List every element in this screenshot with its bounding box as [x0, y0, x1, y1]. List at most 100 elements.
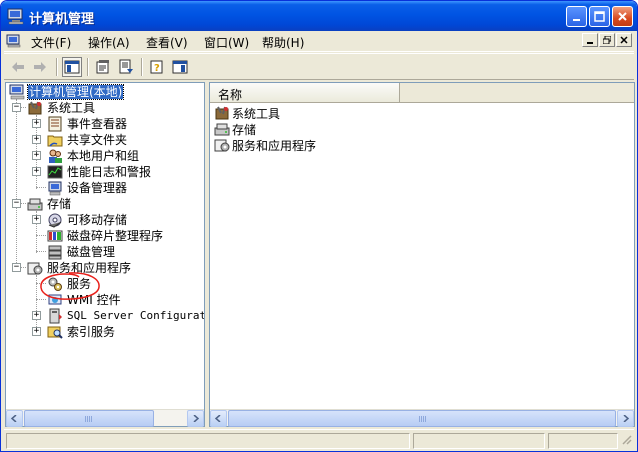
computer-management-window: 计算机管理 文件(F) 操作(A) 查看(V) 窗口(W) 帮助(H) ? 计算… — [0, 0, 638, 452]
status-cell-tertiary — [548, 433, 618, 449]
status-cell-main — [6, 433, 410, 449]
tree-item-storage[interactable]: 存储 — [27, 196, 72, 212]
expand-toggle[interactable]: + — [32, 119, 41, 128]
sql-server-icon — [49, 308, 62, 324]
list-item-services-and-applications[interactable]: 服务和应用程序 — [214, 137, 316, 153]
chevron-left-icon — [215, 415, 221, 422]
close-icon — [618, 12, 627, 21]
show-hide-tree-button[interactable] — [62, 57, 82, 77]
toolbar: ? — [4, 53, 634, 80]
tree-item-performance-logs[interactable]: 性能日志和警报 — [47, 164, 152, 180]
window-title: 计算机管理 — [29, 12, 95, 27]
expand-toggle[interactable]: + — [32, 311, 41, 320]
child-minimize-button[interactable] — [582, 33, 598, 47]
toolbar-separator — [141, 58, 143, 76]
menu-window[interactable]: 窗口(W) — [204, 34, 249, 51]
expand-toggle[interactable]: + — [32, 167, 41, 176]
close-button[interactable] — [612, 6, 633, 27]
tree-item-services-and-applications[interactable]: 服务和应用程序 — [27, 260, 132, 276]
expand-toggle[interactable]: + — [32, 135, 41, 144]
console-tree-pane[interactable]: 计算机管理(本地) − 系统工具 + 事件查看器 + 共享文件夹 + 本地用户和… — [5, 82, 205, 427]
scroll-left-button[interactable] — [210, 410, 227, 427]
tree-item-system-tools[interactable]: 系统工具 — [27, 100, 96, 116]
export-list-button[interactable] — [116, 57, 136, 77]
properties-icon — [96, 60, 109, 74]
tree-item-wmi-control[interactable]: WMI 控件 — [47, 292, 122, 308]
minimize-icon — [587, 42, 593, 44]
tools-icon — [28, 101, 42, 115]
forward-button[interactable] — [30, 57, 50, 77]
tree-item-sql-server-configuration[interactable]: SQL Server Configuratio — [47, 308, 204, 324]
collapse-toggle[interactable]: − — [12, 199, 21, 208]
back-button[interactable] — [8, 57, 28, 77]
tree-item-device-manager[interactable]: 设备管理器 — [47, 180, 128, 196]
child-close-button[interactable] — [616, 33, 632, 47]
mmc-doc-icon — [6, 33, 22, 52]
list-item-system-tools[interactable]: 系统工具 — [214, 105, 280, 121]
menu-help[interactable]: 帮助(H) — [262, 34, 304, 51]
show-hide-tree-icon — [64, 60, 80, 74]
toolbar-separator — [56, 58, 58, 76]
menu-file[interactable]: 文件(F) — [31, 34, 71, 51]
expand-toggle[interactable]: + — [32, 151, 41, 160]
defrag-icon — [47, 230, 63, 242]
tree-item-disk-defragmenter[interactable]: 磁盘碎片整理程序 — [47, 228, 164, 244]
disk-management-icon — [48, 245, 62, 260]
tree-item-shared-folders[interactable]: 共享文件夹 — [47, 132, 128, 148]
scroll-right-button[interactable] — [617, 410, 634, 427]
show-hide-action-pane-icon — [172, 60, 188, 74]
performance-icon — [47, 165, 63, 179]
expand-toggle[interactable]: + — [32, 215, 41, 224]
scroll-right-button[interactable] — [187, 410, 204, 427]
indexing-icon — [47, 326, 63, 339]
list-item-storage[interactable]: 存储 — [214, 121, 256, 137]
menu-action[interactable]: 操作(A) — [88, 34, 130, 51]
resize-grip-icon[interactable] — [620, 433, 632, 448]
tree-horizontal-scrollbar[interactable] — [6, 409, 204, 427]
forward-arrow-icon — [34, 62, 46, 72]
minimize-button[interactable] — [566, 6, 587, 27]
computer-management-icon — [7, 7, 25, 25]
tools-icon — [215, 106, 229, 120]
shared-folder-icon — [47, 135, 63, 147]
storage-icon — [27, 198, 43, 211]
details-pane[interactable]: 名称 系统工具 存储 服务和应用程序 — [209, 82, 635, 427]
tree-item-disk-management[interactable]: 磁盘管理 — [47, 244, 116, 260]
services-apps-icon — [214, 139, 230, 152]
toolbar-separator — [87, 58, 89, 76]
event-viewer-icon — [48, 116, 62, 132]
tree-item-indexing-service[interactable]: 索引服务 — [47, 324, 116, 340]
scroll-thumb[interactable] — [228, 410, 616, 427]
menu-view[interactable]: 查看(V) — [146, 34, 188, 51]
computer-management-icon — [9, 84, 25, 100]
column-header-name[interactable]: 名称 — [210, 83, 400, 102]
status-cell-secondary — [413, 433, 545, 449]
tree-root-label: 计算机管理(本地) — [26, 84, 125, 100]
collapse-toggle[interactable]: − — [12, 103, 21, 112]
tree-item-event-viewer[interactable]: 事件查看器 — [47, 116, 128, 132]
help-button[interactable]: ? — [147, 57, 167, 77]
wmi-icon — [48, 294, 62, 305]
maximize-button[interactable] — [589, 6, 610, 27]
title-bar[interactable]: 计算机管理 — [1, 1, 637, 31]
scroll-thumb[interactable] — [24, 410, 154, 427]
restore-icon — [603, 36, 611, 44]
properties-button[interactable] — [93, 57, 113, 77]
users-icon — [49, 149, 62, 163]
collapse-toggle[interactable]: − — [12, 263, 21, 272]
list-horizontal-scrollbar[interactable] — [210, 409, 634, 427]
expand-toggle[interactable]: + — [32, 327, 41, 336]
child-restore-button[interactable] — [599, 33, 615, 47]
console-tree: 计算机管理(本地) − 系统工具 + 事件查看器 + 共享文件夹 + 本地用户和… — [6, 83, 204, 410]
scroll-left-button[interactable] — [6, 410, 23, 427]
export-list-icon — [119, 59, 133, 74]
tree-item-local-users[interactable]: 本地用户和组 — [47, 148, 140, 164]
show-hide-action-pane-button[interactable] — [170, 57, 190, 77]
minimize-icon — [573, 19, 580, 21]
chevron-right-icon — [623, 415, 629, 422]
tree-root[interactable]: 计算机管理(本地) — [9, 84, 125, 100]
tree-item-services[interactable]: 服务 — [47, 276, 92, 292]
chevron-left-icon — [11, 415, 17, 422]
removable-storage-icon — [48, 213, 62, 228]
tree-item-removable-storage[interactable]: 可移动存储 — [47, 212, 128, 228]
